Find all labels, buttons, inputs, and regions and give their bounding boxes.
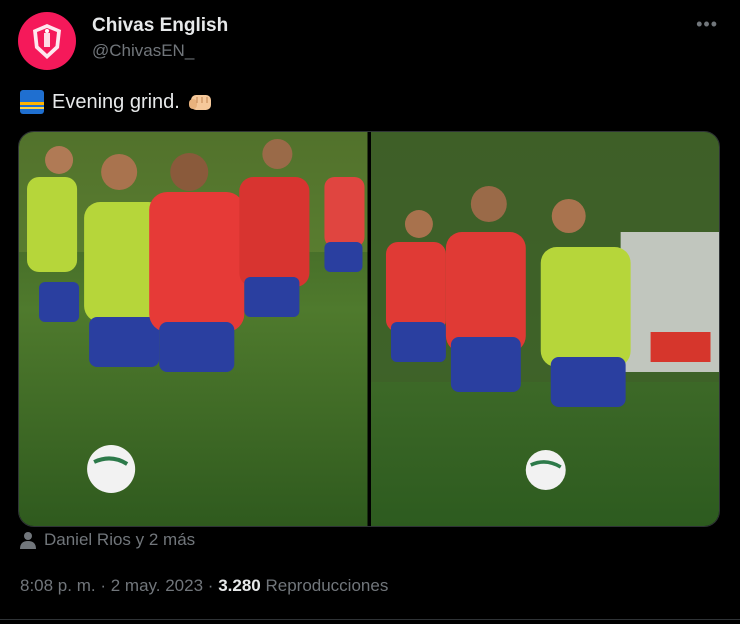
more-options-icon[interactable]: ••• (696, 14, 718, 35)
tweet-date[interactable]: 2 may. 2023 (111, 576, 203, 595)
meta-separator: · (100, 576, 107, 595)
photo-left[interactable] (19, 132, 368, 526)
avatar[interactable] (18, 12, 76, 70)
views-label: Reproducciones (265, 576, 389, 595)
tagged-users-label: Daniel Rios y 2 más (44, 530, 196, 549)
person-icon (20, 532, 36, 549)
tweet-text: Evening grind. (20, 90, 214, 114)
sunrise-emoji-icon (20, 90, 44, 114)
views-count: 3.280 (218, 576, 261, 595)
fist-emoji-icon (188, 95, 211, 110)
author-handle[interactable]: @ChivasEN_ (92, 41, 194, 61)
tweet-text-content: Evening grind. (52, 90, 180, 113)
tweet-time[interactable]: 8:08 p. m. (20, 576, 96, 595)
media-grid (18, 131, 720, 527)
club-crest-icon (33, 24, 61, 59)
tagged-users[interactable]: Daniel Rios y 2 más (20, 530, 195, 550)
tweet-meta: 8:08 p. m. · 2 may. 2023 · 3.280 Reprodu… (20, 576, 388, 596)
author-name[interactable]: Chivas English (92, 15, 228, 37)
photo-right[interactable] (370, 132, 719, 526)
divider (0, 619, 740, 620)
meta-separator: · (207, 576, 214, 595)
